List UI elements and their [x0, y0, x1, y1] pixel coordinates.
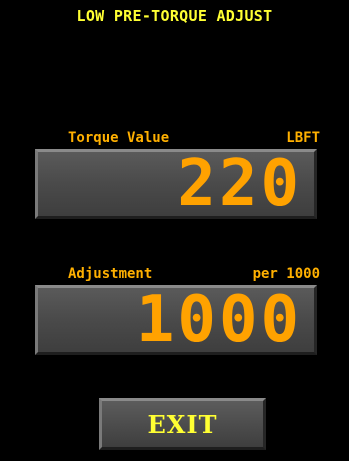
- torque-value-label: Torque Value: [68, 130, 170, 146]
- adjustment-unit-label: per 1000: [252, 266, 320, 282]
- torque-label-row: Torque Value LBFT: [68, 130, 320, 148]
- torque-value-display: 220: [177, 147, 302, 221]
- adjustment-value-field[interactable]: 1000: [35, 285, 317, 355]
- torque-adjust-screen: LOW PRE-TORQUE ADJUST Torque Value LBFT …: [0, 0, 349, 461]
- adjustment-value-display: 1000: [135, 283, 302, 357]
- exit-button-label: EXIT: [147, 409, 218, 439]
- adjustment-label: Adjustment: [68, 266, 153, 282]
- torque-unit-label: LBFT: [286, 130, 320, 146]
- adjustment-label-row: Adjustment per 1000: [68, 266, 320, 284]
- torque-value-field[interactable]: 220: [35, 149, 317, 219]
- exit-button[interactable]: EXIT: [99, 398, 266, 450]
- page-title: LOW PRE-TORQUE ADJUST: [76, 7, 273, 25]
